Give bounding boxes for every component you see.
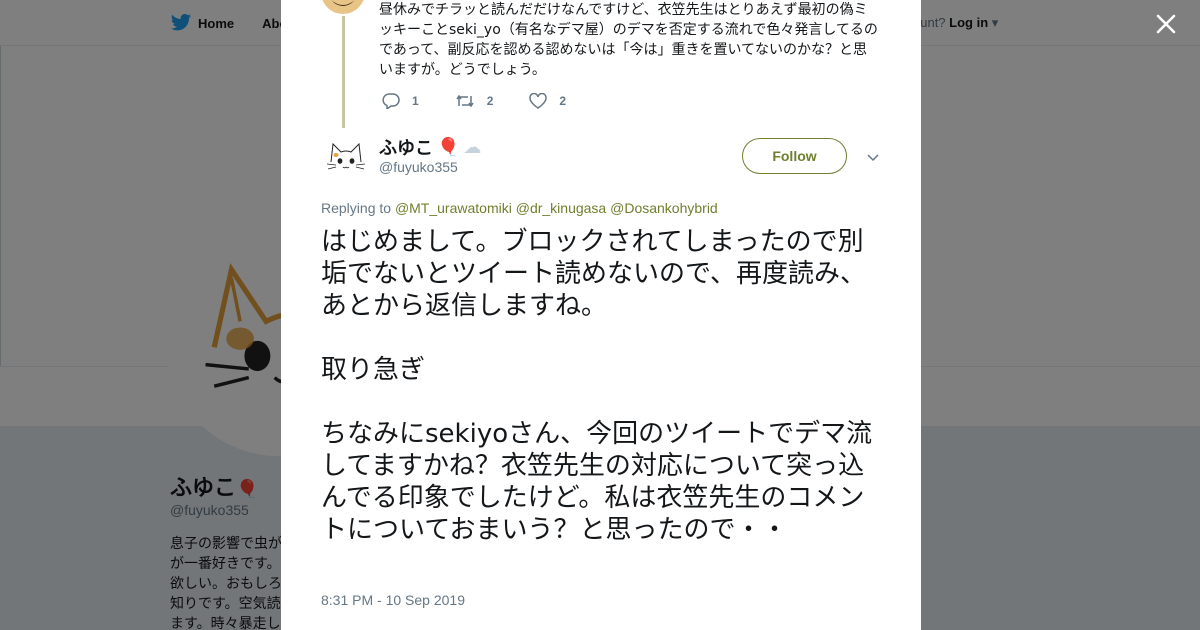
like-icon bbox=[529, 93, 548, 109]
follow-button[interactable]: Follow bbox=[742, 138, 847, 174]
chevron-down-icon[interactable] bbox=[865, 150, 881, 164]
like-button[interactable]: 2 bbox=[529, 93, 566, 109]
tweet-author-avatar[interactable] bbox=[321, 134, 371, 184]
replying-to: Replying to @MT_urawatomiki @dr_kinugasa… bbox=[321, 200, 718, 216]
tweet-text: はじめまして。ブロックされてしまったので別垢でないとツイート読めないので、再度読… bbox=[321, 227, 873, 545]
tweet-timestamp[interactable]: 8:31 PM - 10 Sep 2019 bbox=[321, 592, 465, 608]
avatar-image-icon bbox=[322, 0, 364, 14]
author-name-text: ふゆこ bbox=[379, 138, 433, 159]
retweet-button[interactable]: 2 bbox=[455, 93, 494, 109]
reply-count: 1 bbox=[412, 94, 419, 108]
mention-link[interactable]: @Dosankohybrid bbox=[610, 200, 718, 216]
tweet-modal: 昼休みでチラッと読んだだけなんですけど、衣笠先生はとりあえず最初の偽ミッキーこと… bbox=[281, 0, 921, 630]
tweet-author-name[interactable]: ふゆこ 🎈 ☁ bbox=[379, 134, 481, 160]
balloon-emoji-icon: 🎈 bbox=[437, 136, 460, 158]
cloud-emoji-icon: ☁ bbox=[463, 136, 482, 158]
like-count: 2 bbox=[559, 94, 567, 108]
thread-connector-line bbox=[342, 16, 345, 128]
retweet-icon bbox=[456, 94, 474, 108]
mention-link[interactable]: @MT_urawatomiki bbox=[395, 200, 512, 216]
replying-to-label: Replying to bbox=[321, 200, 392, 216]
retweet-count: 2 bbox=[486, 94, 494, 108]
close-icon[interactable] bbox=[1152, 10, 1180, 38]
reply-icon bbox=[382, 93, 400, 109]
mention-link[interactable]: @dr_kinugasa bbox=[516, 200, 607, 216]
tweet-author-handle[interactable]: @fuyuko355 bbox=[379, 159, 458, 175]
parent-tweet-text: 昼休みでチラッと読んだだけなんですけど、衣笠先生はとりあえず最初の偽ミッキーこと… bbox=[379, 2, 878, 78]
cat-avatar-icon bbox=[321, 134, 371, 184]
parent-tweet-actions: 1 2 2 bbox=[382, 93, 602, 109]
parent-tweet-avatar[interactable] bbox=[319, 0, 367, 14]
reply-button[interactable]: 1 bbox=[382, 93, 419, 109]
